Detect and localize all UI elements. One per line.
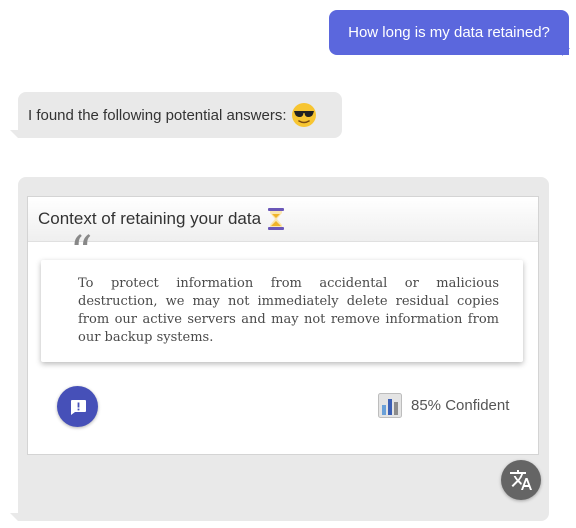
answer-card-header: Context of retaining your data — [28, 197, 538, 242]
bar-chart-icon — [378, 393, 402, 418]
bot-bubble-tail — [10, 130, 18, 138]
translate-icon — [510, 470, 532, 490]
user-message-text: How long is my data retained? — [348, 24, 550, 41]
quote-box: To protect information from accidental o… — [41, 260, 523, 362]
confidence-text: 85% Confident — [411, 397, 510, 414]
feedback-button[interactable] — [57, 386, 98, 427]
confidence-indicator: 85% Confident — [378, 393, 509, 418]
user-bubble-tail — [562, 48, 570, 56]
sunglasses-face-icon — [291, 103, 316, 127]
quote-text: To protect information from accidental o… — [78, 276, 499, 345]
user-message-bubble: How long is my data retained? — [329, 10, 569, 55]
feedback-icon — [70, 399, 86, 415]
translate-button[interactable] — [501, 460, 541, 500]
hourglass-icon — [268, 208, 285, 230]
answer-card: Context of retaining your data “ To prot… — [27, 196, 539, 455]
answer-card-title: Context of retaining your data — [38, 209, 262, 228]
bot-message-text: I found the following potential answers: — [28, 106, 287, 124]
bot-message-bubble: I found the following potential answers: — [18, 92, 342, 138]
answer-bubble-tail — [10, 513, 18, 521]
